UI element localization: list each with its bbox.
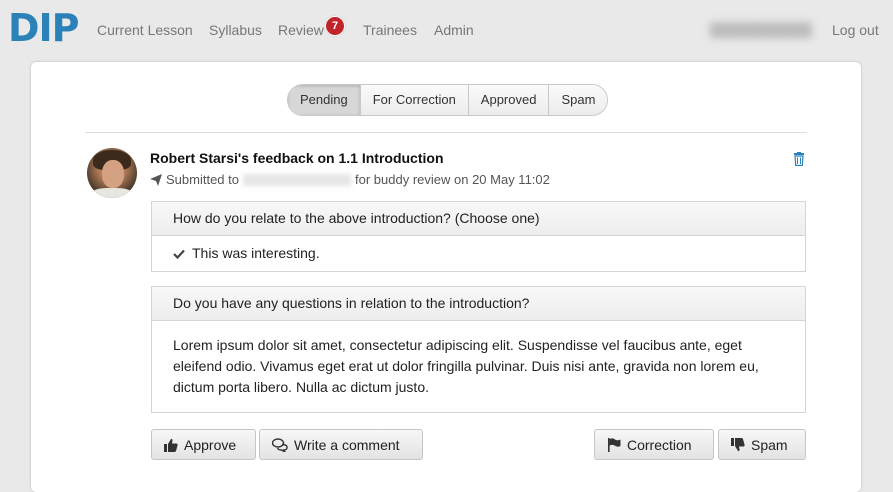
tab-for-correction[interactable]: For Correction bbox=[360, 85, 469, 115]
answer-text: Lorem ipsum dolor sit amet, consectetur … bbox=[173, 337, 759, 395]
review-count-badge: 7 bbox=[325, 16, 345, 36]
question-box: Do you have any questions in relation to… bbox=[151, 286, 806, 413]
tab-approved[interactable]: Approved bbox=[468, 85, 550, 115]
tab-spam[interactable]: Spam bbox=[549, 85, 608, 115]
thumbs-up-icon bbox=[164, 438, 178, 452]
write-comment-button[interactable]: Write a comment bbox=[259, 429, 423, 460]
top-navigation: DIP Current Lesson Syllabus Review 7 Tra… bbox=[0, 0, 893, 62]
nav-syllabus[interactable]: Syllabus bbox=[209, 22, 262, 38]
buddy-name-redacted bbox=[243, 173, 351, 186]
comments-icon bbox=[272, 437, 288, 452]
avatar bbox=[87, 148, 137, 198]
nav-current-lesson[interactable]: Current Lesson bbox=[97, 22, 193, 38]
answer: This was interesting. bbox=[152, 236, 805, 271]
paper-plane-icon bbox=[150, 173, 162, 186]
nav-admin[interactable]: Admin bbox=[434, 22, 474, 38]
divider bbox=[85, 132, 807, 133]
nav-review[interactable]: Review bbox=[278, 22, 324, 38]
spam-button[interactable]: Spam bbox=[718, 429, 806, 460]
feedback-title: Robert Starsi's feedback on 1.1 Introduc… bbox=[150, 150, 444, 166]
thumbs-down-icon bbox=[731, 437, 745, 451]
review-filter-tabs: Pending For Correction Approved Spam bbox=[287, 84, 609, 116]
question-label: Do you have any questions in relation to… bbox=[152, 287, 805, 321]
dip-logo[interactable]: DIP bbox=[8, 6, 80, 50]
checkmark-icon bbox=[173, 249, 185, 259]
user-name-redacted[interactable]: ████████████ bbox=[710, 22, 812, 38]
flag-icon bbox=[608, 437, 621, 452]
spam-label: Spam bbox=[751, 436, 788, 453]
correction-label: Correction bbox=[627, 436, 692, 453]
tab-pending[interactable]: Pending bbox=[288, 85, 361, 115]
question-label: How do you relate to the above introduct… bbox=[152, 202, 805, 236]
review-card: Pending For Correction Approved Spam Rob… bbox=[31, 62, 861, 492]
nav-trainees[interactable]: Trainees bbox=[363, 22, 417, 38]
question-box: How do you relate to the above introduct… bbox=[151, 201, 806, 272]
trash-icon[interactable] bbox=[793, 152, 805, 166]
comment-label: Write a comment bbox=[294, 436, 400, 453]
answer-text: This was interesting. bbox=[192, 245, 320, 261]
submitted-suffix: for buddy review on 20 May 11:02 bbox=[355, 172, 550, 187]
approve-label: Approve bbox=[184, 436, 237, 453]
logout-link[interactable]: Log out bbox=[832, 22, 879, 38]
approve-button[interactable]: Approve bbox=[151, 429, 256, 460]
submission-info: Submitted to for buddy review on 20 May … bbox=[150, 172, 550, 187]
submitted-prefix: Submitted to bbox=[166, 172, 239, 187]
correction-button[interactable]: Correction bbox=[594, 429, 714, 460]
